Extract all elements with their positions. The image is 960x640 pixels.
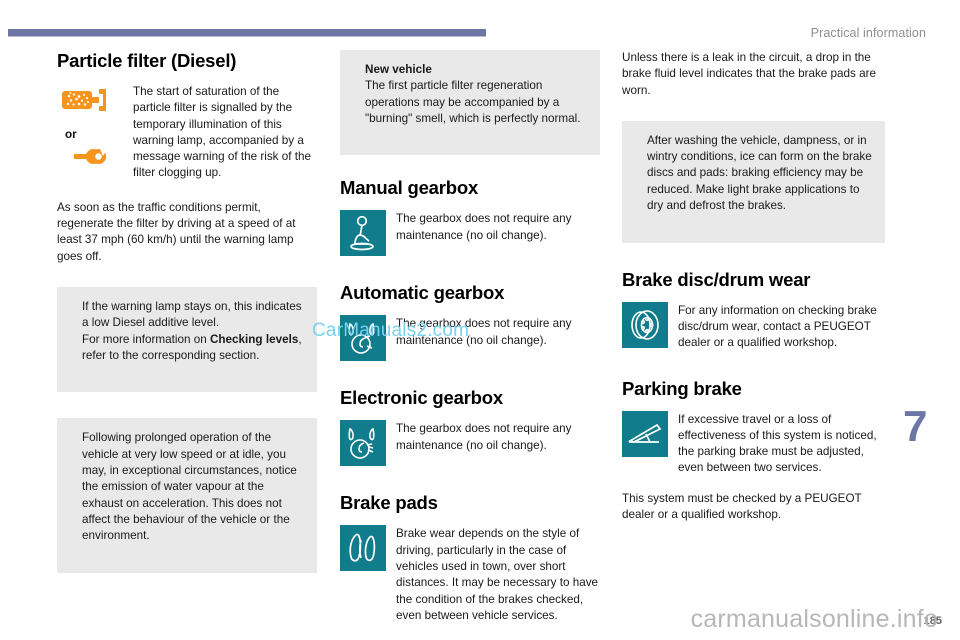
info-box-warning-lamp: If the warning lamp stays on, this indic… xyxy=(57,286,317,393)
info-box-washing-vehicle-text: After washing the vehicle, dampness, or … xyxy=(647,133,872,231)
chapter-number: 7 xyxy=(903,402,928,451)
particle-filter-icon-row: or The start of saturation of the partic… xyxy=(57,83,317,182)
particle-filter-icon-stack: or xyxy=(57,83,123,170)
section-title-brake-pads: Brake pads xyxy=(340,492,438,514)
brake-disc-drum-row: For any information on checking brake di… xyxy=(622,301,885,352)
parking-brake-row: If excessive travel or a loss of effecti… xyxy=(622,410,885,477)
info-box-washing-vehicle: After washing the vehicle, dampness, or … xyxy=(622,120,885,243)
brake-disc-drum-icon xyxy=(622,301,668,348)
info-box-warning-lamp-text: If the warning lamp stays on, this indic… xyxy=(82,299,304,380)
section-title-brake-disc-drum-wear: Brake disc/drum wear xyxy=(622,268,811,290)
particle-filter-or-label: or xyxy=(65,128,77,141)
section-title-parking-brake: Parking brake xyxy=(622,377,742,399)
page-header-title: Practical information xyxy=(810,26,926,40)
particle-filter-warning-icon xyxy=(61,83,107,122)
brake-disc-drum-text: For any information on checking brake di… xyxy=(678,303,877,350)
info-line-2-pre: For more information on xyxy=(82,332,210,346)
manual-page: Practical information Particle filter (D… xyxy=(0,0,960,640)
brake-pads-icon xyxy=(340,525,386,572)
section-title-automatic-gearbox: Automatic gearbox xyxy=(340,282,505,304)
watermark-bottom: carmanualsonline.info xyxy=(690,605,938,633)
header-rule xyxy=(8,29,486,37)
brake-pads-row: Brake wear depends on the style of drivi… xyxy=(340,525,600,624)
electronic-gearbox-row: The gearbox does not require any mainten… xyxy=(340,420,600,467)
electronic-gearbox-text: The gearbox does not require any mainten… xyxy=(396,422,572,452)
section-title-particle-filter: Particle filter (Diesel) xyxy=(57,50,237,71)
electronic-gear-selector-icon xyxy=(340,420,386,467)
section-title-electronic-gearbox: Electronic gearbox xyxy=(340,387,503,409)
manual-gear-lever-icon xyxy=(340,210,386,257)
info-line-2-bold: Checking levels xyxy=(209,332,299,346)
parking-brake-text: If excessive travel or a loss of effecti… xyxy=(678,412,877,475)
manual-gearbox-text: The gearbox does not require any mainten… xyxy=(396,212,572,242)
info-line-1: If the warning lamp stays on, this indic… xyxy=(82,299,302,330)
info-box-washing-vehicle-body: After washing the vehicle, dampness, or … xyxy=(647,133,872,213)
info-box-new-vehicle-text: New vehicle The first particle filter re… xyxy=(365,62,587,143)
info-box-new-vehicle: New vehicle The first particle filter re… xyxy=(340,50,600,156)
particle-filter-icon-text: The start of saturation of the particle … xyxy=(133,85,312,180)
info-box-new-vehicle-title: New vehicle xyxy=(365,63,432,76)
info-box-prolonged-operation-text: Following prolonged operation of the veh… xyxy=(82,430,304,560)
parking-brake-lever-icon xyxy=(622,410,668,457)
column-left: Particle filter (Diesel) or The start of… xyxy=(57,50,317,573)
section-title-manual-gearbox: Manual gearbox xyxy=(340,177,479,199)
brake-pads-text: Brake wear depends on the style of drivi… xyxy=(396,527,599,622)
info-box-new-vehicle-body: The first particle filter regeneration o… xyxy=(365,79,581,125)
info-box-prolonged-operation-body: Following prolonged operation of the veh… xyxy=(82,431,297,543)
watermark-middle: CarManuals2.com xyxy=(312,320,470,341)
brake-fluid-paragraph: Unless there is a leak in the circuit, a… xyxy=(622,51,877,97)
info-box-prolonged-operation: Following prolonged operation of the veh… xyxy=(57,418,317,573)
manual-gearbox-row: The gearbox does not require any mainten… xyxy=(340,210,600,257)
service-spanner-warning-icon xyxy=(73,145,113,170)
parking-brake-closing-paragraph: This system must be checked by a PEUGEOT… xyxy=(622,491,862,522)
particle-filter-paragraph: As soon as the traffic conditions permit… xyxy=(57,200,296,263)
column-right: Unless there is a leak in the circuit, a… xyxy=(622,50,885,523)
